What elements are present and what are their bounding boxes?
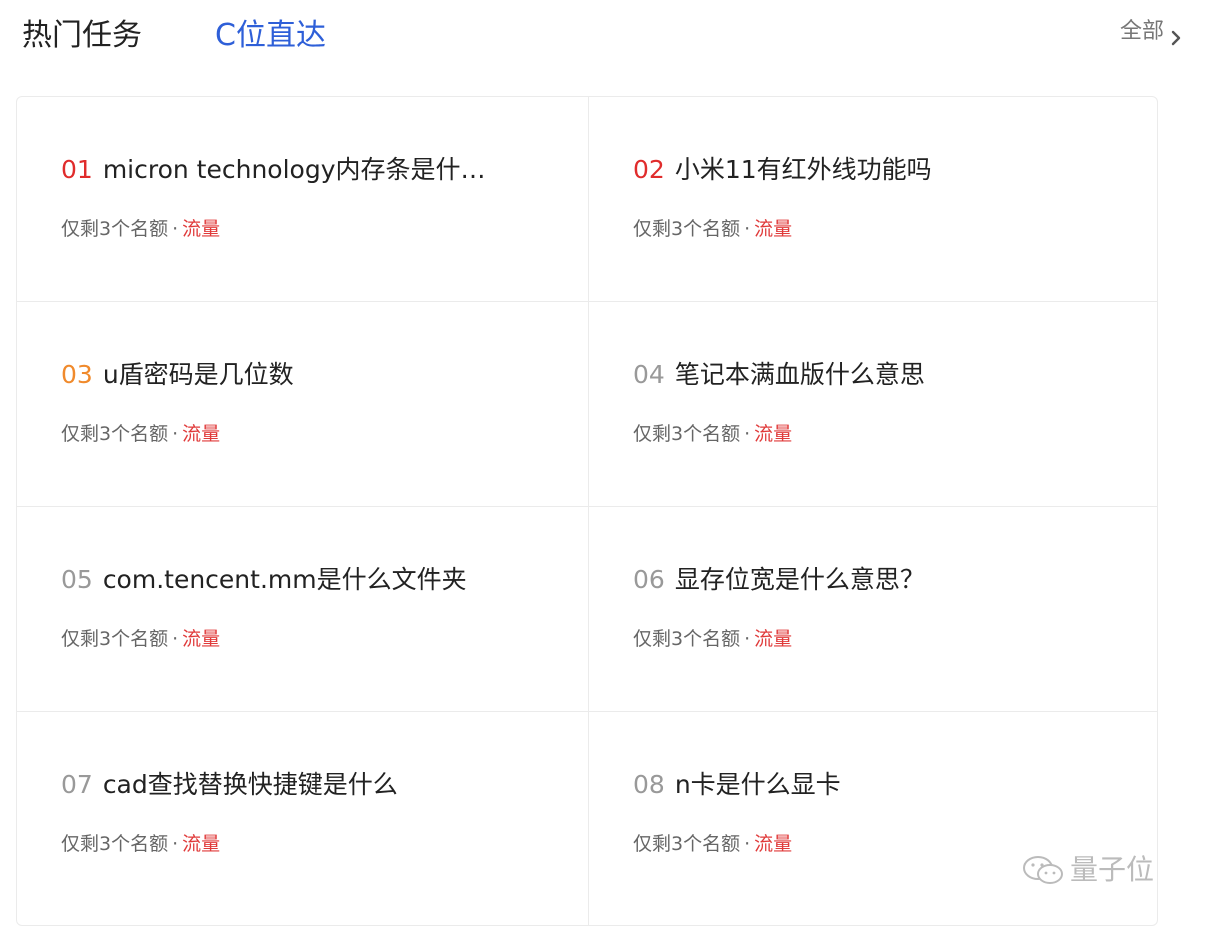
task-quota: 仅剩3个名额 bbox=[633, 218, 741, 240]
task-title-text: cad查找替换快捷键是什么 bbox=[102, 770, 398, 799]
task-rank: 02 bbox=[633, 155, 665, 184]
task-title: 01 micron technology内存条是什… bbox=[61, 152, 541, 188]
task-card[interactable]: 05 com.tencent.mm是什么文件夹 仅剩3个名额 · 流量 bbox=[17, 507, 589, 712]
task-card[interactable]: 07 cad查找替换快捷键是什么 仅剩3个名额 · 流量 bbox=[17, 712, 589, 925]
task-title-text: com.tencent.mm是什么文件夹 bbox=[102, 565, 467, 594]
task-title: 07 cad查找替换快捷键是什么 bbox=[61, 767, 541, 803]
task-card[interactable]: 01 micron technology内存条是什… 仅剩3个名额 · 流量 bbox=[17, 97, 589, 302]
meta-separator: · bbox=[172, 833, 179, 855]
all-link[interactable]: 全部 bbox=[1120, 16, 1182, 48]
task-card[interactable]: 06 显存位宽是什么意思？ 仅剩3个名额 · 流量 bbox=[589, 507, 1157, 712]
task-title: 06 显存位宽是什么意思？ bbox=[633, 562, 1113, 598]
task-title: 03 u盾密码是几位数 bbox=[61, 357, 541, 393]
task-title: 08 n卡是什么显卡 bbox=[633, 767, 1113, 803]
task-title-text: 显存位宽是什么意思？ bbox=[674, 565, 925, 594]
task-title-text: u盾密码是几位数 bbox=[102, 360, 294, 389]
watermark: 量子位 bbox=[1020, 852, 1154, 888]
task-meta: 仅剩3个名额 · 流量 bbox=[61, 830, 220, 858]
meta-separator: · bbox=[744, 218, 751, 240]
task-card[interactable]: 08 n卡是什么显卡 仅剩3个名额 · 流量 bbox=[589, 712, 1157, 925]
task-title: 05 com.tencent.mm是什么文件夹 bbox=[61, 562, 541, 598]
meta-separator: · bbox=[744, 833, 751, 855]
task-tag: 流量 bbox=[754, 423, 793, 445]
task-title-text: 小米11有红外线功能吗 bbox=[674, 155, 932, 184]
task-tag: 流量 bbox=[182, 833, 221, 855]
task-tag: 流量 bbox=[182, 218, 221, 240]
task-title: 02 小米11有红外线功能吗 bbox=[633, 152, 1113, 188]
watermark-text: 量子位 bbox=[1070, 853, 1155, 886]
task-rank: 08 bbox=[633, 770, 665, 799]
task-quota: 仅剩3个名额 bbox=[633, 423, 741, 445]
meta-separator: · bbox=[172, 628, 179, 650]
task-title-text: n卡是什么显卡 bbox=[674, 770, 841, 799]
task-card[interactable]: 02 小米11有红外线功能吗 仅剩3个名额 · 流量 bbox=[589, 97, 1157, 302]
task-quota: 仅剩3个名额 bbox=[633, 833, 741, 855]
task-meta: 仅剩3个名额 · 流量 bbox=[633, 420, 792, 448]
task-rank: 03 bbox=[61, 360, 93, 389]
task-card[interactable]: 03 u盾密码是几位数 仅剩3个名额 · 流量 bbox=[17, 302, 589, 507]
task-meta: 仅剩3个名额 · 流量 bbox=[633, 830, 792, 858]
task-grid: 01 micron technology内存条是什… 仅剩3个名额 · 流量 02 小米… bbox=[16, 96, 1158, 926]
task-meta: 仅剩3个名额 · 流量 bbox=[61, 215, 220, 243]
task-quota: 仅剩3个名额 bbox=[633, 628, 741, 650]
meta-separator: · bbox=[744, 628, 751, 650]
task-quota: 仅剩3个名额 bbox=[61, 218, 169, 240]
wechat-icon bbox=[1023, 856, 1063, 884]
meta-separator: · bbox=[172, 218, 179, 240]
task-meta: 仅剩3个名额 · 流量 bbox=[633, 625, 792, 653]
task-card[interactable]: 04 笔记本满血版什么意思 仅剩3个名额 · 流量 bbox=[589, 302, 1157, 507]
task-tag: 流量 bbox=[754, 628, 793, 650]
task-rank: 06 bbox=[633, 565, 665, 594]
task-rank: 05 bbox=[61, 565, 93, 594]
task-rank: 04 bbox=[633, 360, 665, 389]
task-quota: 仅剩3个名额 bbox=[61, 628, 169, 650]
tab-hot-tasks[interactable]: 热门任务 bbox=[22, 16, 142, 56]
task-meta: 仅剩3个名额 · 流量 bbox=[61, 625, 220, 653]
task-rank: 01 bbox=[61, 155, 93, 184]
meta-separator: · bbox=[744, 423, 751, 445]
header: 热门任务 C位直达 全部 bbox=[0, 0, 1208, 80]
task-rank: 07 bbox=[61, 770, 93, 799]
task-meta: 仅剩3个名额 · 流量 bbox=[633, 215, 792, 243]
all-link-label: 全部 bbox=[1119, 19, 1164, 44]
meta-separator: · bbox=[172, 423, 179, 445]
tab-c-position[interactable]: C位直达 bbox=[215, 16, 326, 56]
task-tag: 流量 bbox=[754, 218, 793, 240]
task-quota: 仅剩3个名额 bbox=[61, 833, 169, 855]
task-title-text: 笔记本满血版什么意思 bbox=[674, 360, 925, 389]
chevron-right-icon bbox=[1170, 24, 1182, 46]
task-tag: 流量 bbox=[754, 833, 793, 855]
task-title: 04 笔记本满血版什么意思 bbox=[633, 357, 1113, 393]
task-meta: 仅剩3个名额 · 流量 bbox=[61, 420, 220, 448]
task-quota: 仅剩3个名额 bbox=[61, 423, 169, 445]
task-title-text: micron technology内存条是什… bbox=[102, 155, 486, 184]
task-tag: 流量 bbox=[182, 423, 221, 445]
task-tag: 流量 bbox=[182, 628, 221, 650]
